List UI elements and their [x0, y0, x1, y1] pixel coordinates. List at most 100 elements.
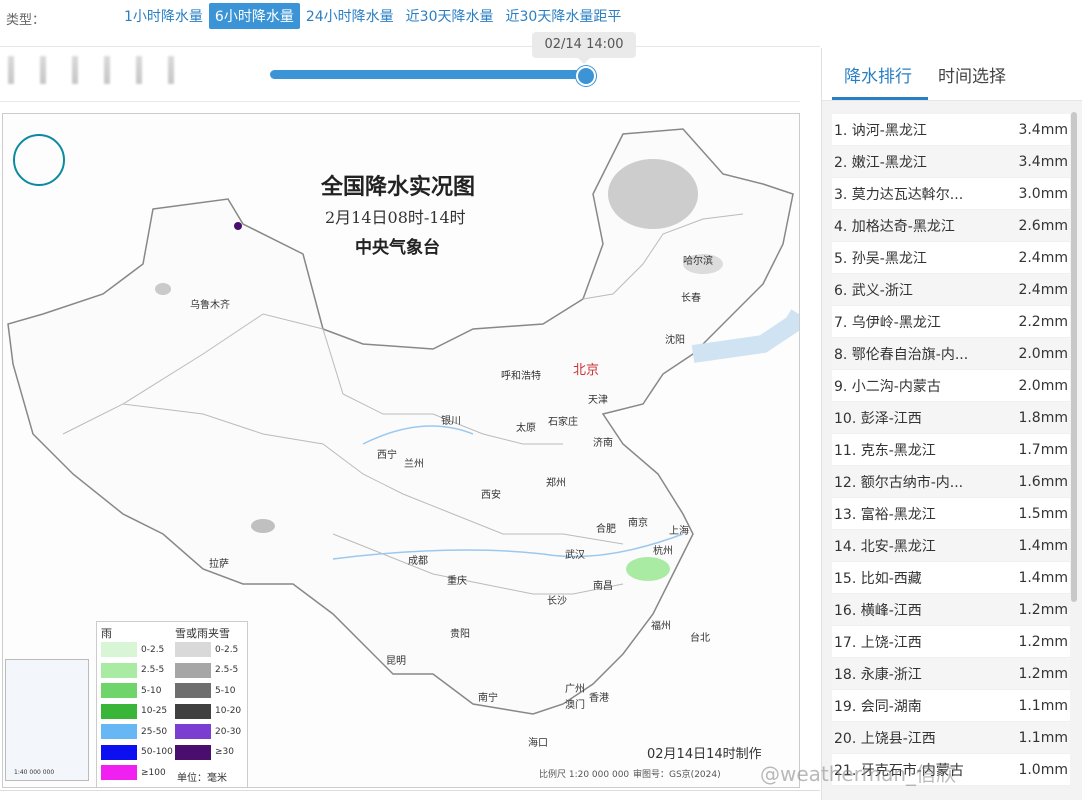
legend-swatch — [175, 703, 211, 719]
station-name: 13. 富裕-黑龙江 — [834, 506, 936, 523]
cma-logo — [13, 134, 65, 186]
city-label: 重庆 — [447, 576, 467, 587]
divider — [0, 790, 820, 791]
legend-swatch — [101, 724, 137, 739]
precip-value: 1.2mm — [1018, 601, 1068, 618]
blurred-control — [136, 56, 142, 84]
precip-area-snow — [155, 283, 171, 295]
station-name: 7. 乌伊岭-黑龙江 — [834, 314, 941, 331]
map-title: 全国降水实况图 — [321, 174, 476, 200]
scrollbar[interactable] — [1071, 112, 1077, 602]
legend-snow-item: ≥30 — [175, 744, 234, 762]
south-china-sea-inset: 1:40 000 000 — [5, 659, 89, 781]
legend-rain-item: 2.5-5 — [101, 662, 165, 680]
legend-swatch — [101, 765, 137, 780]
city-label: 呼和浩特 — [501, 371, 541, 382]
ranking-row[interactable]: 2. 嫩江-黑龙江 3.4mm — [832, 146, 1070, 178]
precip-area-snow — [251, 519, 275, 533]
legend-label: 5-10 — [141, 685, 162, 696]
city-label: 澳门 — [565, 700, 585, 711]
blurred-control — [72, 56, 78, 84]
city-label: 太原 — [516, 423, 536, 434]
precip-value: 1.4mm — [1018, 569, 1068, 586]
tab-30d-anomaly[interactable]: 近30天降水量距平 — [500, 3, 628, 29]
legend-label: 0-2.5 — [141, 644, 165, 655]
tab-time-select[interactable]: 时间选择 — [938, 62, 1006, 87]
station-name: 3. 莫力达瓦达斡尔... — [834, 186, 964, 203]
map-legend: 雨 雪或雨夹雪 0-2.5 2.5-5 5-10 10-25 25-50 50-100 ≥1… — [96, 621, 248, 787]
precip-value: 1.2mm — [1018, 665, 1068, 682]
station-name: 16. 横峰-江西 — [834, 602, 922, 619]
precip-value: 3.0mm — [1018, 185, 1068, 202]
ranking-row[interactable]: 20. 上饶县-江西 1.1mm — [832, 722, 1070, 754]
precip-value: 1.7mm — [1018, 441, 1068, 458]
precip-value: 1.1mm — [1018, 729, 1068, 746]
legend-snow-item: 5-10 — [175, 683, 235, 700]
tab-6h-precip[interactable]: 6小时降水量 — [208, 3, 300, 29]
city-label: 贵阳 — [450, 629, 470, 640]
station-name: 17. 上饶-江西 — [834, 634, 922, 651]
city-label: 南宁 — [478, 693, 498, 704]
city-label: 昆明 — [386, 656, 406, 667]
tab-30d-precip[interactable]: 近30天降水量 — [400, 3, 500, 29]
city-label: 长春 — [681, 293, 701, 304]
ranking-row[interactable]: 9. 小二沟-内蒙古 2.0mm — [832, 370, 1070, 402]
legend-label: 2.5-5 — [141, 665, 165, 675]
precip-value: 1.8mm — [1018, 409, 1068, 426]
precip-value: 2.2mm — [1018, 313, 1068, 330]
city-label: 石家庄 — [548, 417, 578, 428]
legend-swatch — [101, 662, 137, 678]
ranking-row[interactable]: 7. 乌伊岭-黑龙江 2.2mm — [832, 306, 1070, 338]
ranking-row[interactable]: 1. 讷河-黑龙江 3.4mm — [832, 114, 1070, 146]
slider-handle[interactable] — [576, 66, 596, 86]
precip-value: 1.1mm — [1018, 697, 1068, 714]
ranking-row[interactable]: 17. 上饶-江西 1.2mm — [832, 626, 1070, 658]
legend-label: 10-25 — [141, 706, 168, 716]
ranking-row[interactable]: 19. 会同-湖南 1.1mm — [832, 690, 1070, 722]
city-label: 乌鲁木齐 — [190, 300, 230, 311]
slider-track[interactable] — [270, 70, 585, 79]
precip-value: 1.6mm — [1018, 473, 1068, 490]
time-slider[interactable] — [270, 66, 596, 86]
ranking-row[interactable]: 18. 永康-浙江 1.2mm — [832, 658, 1070, 690]
station-name: 6. 武义-浙江 — [834, 282, 913, 299]
city-label: 香港 — [589, 693, 609, 704]
ranking-row[interactable]: 16. 横峰-江西 1.2mm — [832, 594, 1070, 626]
divider — [0, 101, 800, 102]
city-label: 合肥 — [596, 524, 616, 535]
ranking-row[interactable]: 15. 比如-西藏 1.4mm — [832, 562, 1070, 594]
ranking-row[interactable]: 11. 克东-黑龙江 1.7mm — [832, 434, 1070, 466]
ranking-row[interactable]: 6. 武义-浙江 2.4mm — [832, 274, 1070, 306]
divider — [0, 46, 820, 47]
tab-precip-ranking[interactable]: 降水排行 — [844, 62, 912, 87]
city-label: 南京 — [628, 518, 648, 529]
station-name: 15. 比如-西藏 — [834, 570, 922, 587]
ranking-row[interactable]: 13. 富裕-黑龙江 1.5mm — [832, 498, 1070, 530]
legend-label: 5-10 — [215, 685, 236, 696]
tab-1h-precip[interactable]: 1小时降水量 — [118, 3, 209, 29]
ranking-row[interactable]: 5. 孙吴-黑龙江 2.4mm — [832, 242, 1070, 274]
ranking-row[interactable]: 3. 莫力达瓦达斡尔... 3.0mm — [832, 178, 1070, 210]
ranking-row[interactable]: 10. 彭泽-江西 1.8mm — [832, 402, 1070, 434]
city-label: 杭州 — [653, 546, 673, 557]
top-toolbar: 类型： 1小时降水量 6小时降水量 24小时降水量 近30天降水量 近30天降水… — [0, 0, 1082, 32]
legend-swatch — [175, 744, 211, 760]
legend-swatch — [101, 703, 137, 719]
map-scale: 比例尺 1:20 000 000 — [539, 770, 630, 780]
precip-value: 1.2mm — [1018, 633, 1068, 650]
ranking-row[interactable]: 12. 额尔古纳市-内... 1.6mm — [832, 466, 1070, 498]
legend-snow-item: 20-30 — [175, 724, 241, 741]
precip-area-snow — [608, 159, 698, 229]
ranking-row[interactable]: 14. 北安-黑龙江 1.4mm — [832, 530, 1070, 562]
legend-swatch — [101, 642, 137, 657]
city-label: 郑州 — [546, 478, 566, 489]
tab-24h-precip[interactable]: 24小时降水量 — [300, 3, 400, 29]
legend-label: 0-2.5 — [215, 644, 239, 655]
station-name: 4. 加格达奇-黑龙江 — [834, 218, 955, 235]
legend-swatch — [175, 642, 211, 657]
ranking-row[interactable]: 8. 鄂伦春自治旗-内... 2.0mm — [832, 338, 1070, 370]
legend-label: ≥100 — [141, 767, 166, 778]
station-name: 18. 永康-浙江 — [834, 666, 922, 683]
legend-snow-item: 0-2.5 — [175, 642, 238, 659]
ranking-row[interactable]: 4. 加格达奇-黑龙江 2.6mm — [832, 210, 1070, 242]
